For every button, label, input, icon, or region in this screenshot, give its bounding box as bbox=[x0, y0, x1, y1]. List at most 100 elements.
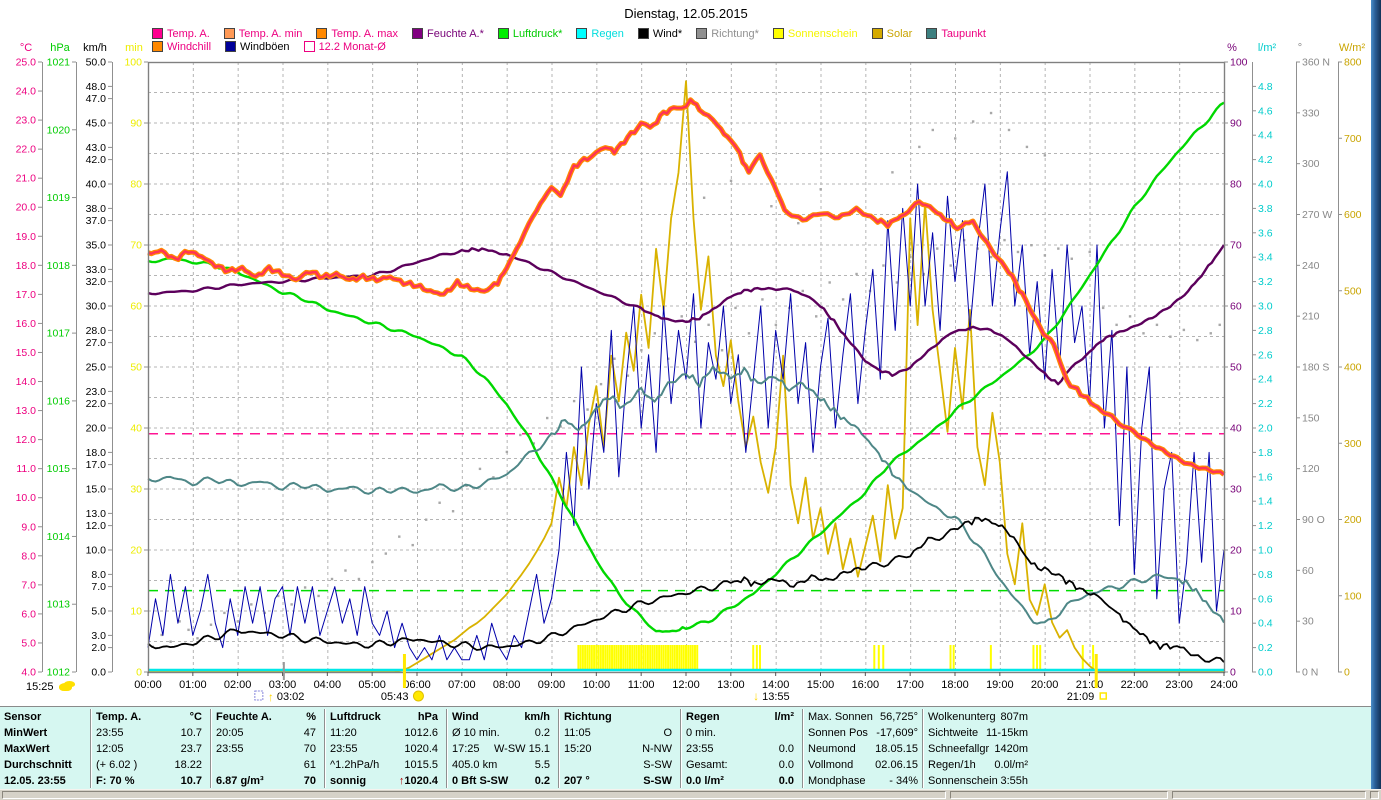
svg-text:1013: 1013 bbox=[47, 599, 71, 611]
cell-left: 0.0 l/m² bbox=[686, 775, 724, 787]
row-label: Durchschnitt bbox=[4, 759, 72, 771]
table-column-6: Regen l/m² 0 min. 23:55 0.0 Gesamt: 0.0 0.0 l/m… bbox=[686, 707, 794, 792]
time-label: 08:00 bbox=[493, 679, 521, 691]
svg-text:4.8: 4.8 bbox=[1258, 81, 1273, 93]
sensor-row: (+ 6.02 ) 18.22 bbox=[96, 757, 202, 773]
cell-left: 23:55 bbox=[216, 743, 244, 755]
svg-text:0.8: 0.8 bbox=[1258, 569, 1273, 581]
table-divider bbox=[446, 709, 448, 788]
time-label: 20:00 bbox=[1031, 679, 1059, 691]
time-label: 22:00 bbox=[1121, 679, 1149, 691]
sensor-header: Feuchte A.% bbox=[216, 711, 316, 723]
svg-text:1.2: 1.2 bbox=[1258, 520, 1273, 532]
cell-value: W-SW 15.1 bbox=[493, 743, 550, 755]
svg-text:1016: 1016 bbox=[47, 395, 71, 407]
time-label: 18:00 bbox=[941, 679, 969, 691]
status-pane-0 bbox=[2, 791, 946, 799]
info-row: Regen/1h 0.0l/m² bbox=[928, 757, 1028, 773]
axis-header-minutes: min bbox=[125, 42, 143, 54]
svg-text:21.0: 21.0 bbox=[16, 173, 37, 185]
time-label: 09:00 bbox=[538, 679, 566, 691]
table-divider bbox=[558, 709, 560, 788]
time-label: 01:00 bbox=[179, 679, 207, 691]
time-label: 21:00 bbox=[1076, 679, 1104, 691]
svg-text:14.0: 14.0 bbox=[16, 376, 37, 388]
svg-text:30: 30 bbox=[1302, 616, 1314, 628]
cell-left: sonnig bbox=[330, 775, 367, 787]
table-divider bbox=[90, 709, 92, 788]
cloud-icon bbox=[58, 683, 72, 691]
table-column-5: Richtung 11:05 O 15:20 N-NW S-SW 207 ° S-SW bbox=[564, 707, 672, 792]
svg-text:90: 90 bbox=[1230, 118, 1242, 130]
cell-value: 1015.5 bbox=[404, 759, 438, 771]
sun-icon bbox=[412, 690, 424, 702]
cell-value: 0.0 bbox=[778, 775, 794, 787]
statistics-table: Sensor MinWert MaxWert Durchschnitt 12.05. 2… bbox=[0, 706, 1373, 789]
cell-value: 0.2 bbox=[534, 727, 550, 739]
cell-left: 0 min. bbox=[686, 727, 716, 739]
svg-text:1.6: 1.6 bbox=[1258, 471, 1273, 483]
sunset-square-icon bbox=[1099, 692, 1107, 700]
axis-header-pressure: hPa bbox=[50, 42, 70, 54]
info-value: 0.0l/m² bbox=[994, 759, 1028, 771]
svg-text:40: 40 bbox=[130, 423, 142, 435]
svg-text:210: 210 bbox=[1302, 311, 1320, 323]
svg-text:30: 30 bbox=[130, 484, 142, 496]
axis-header-solar: W/m² bbox=[1339, 42, 1366, 54]
svg-text:4.4: 4.4 bbox=[1258, 130, 1273, 142]
table-divider bbox=[210, 709, 212, 788]
svg-text:27.0: 27.0 bbox=[86, 337, 107, 349]
axis-header-direction: ° bbox=[1298, 42, 1302, 54]
time-label: 16:00 bbox=[852, 679, 880, 691]
sensor-row: 23:55 1020.4 bbox=[330, 741, 438, 757]
time-label: 23:00 bbox=[1165, 679, 1193, 691]
cell-value: S-SW bbox=[643, 775, 672, 787]
sensor-row: 12:05 23.7 bbox=[96, 741, 202, 757]
svg-text:19.0: 19.0 bbox=[16, 231, 37, 243]
svg-text:10.0: 10.0 bbox=[16, 492, 37, 504]
sensor-row: 11:20 1012.6 bbox=[330, 725, 438, 741]
sensor-header: Luftdruck hPa bbox=[330, 711, 438, 723]
row-label: 12.05. 23:55 bbox=[4, 775, 66, 787]
time-label: 14:00 bbox=[762, 679, 790, 691]
svg-text:1014: 1014 bbox=[47, 531, 71, 543]
svg-text:10.0: 10.0 bbox=[86, 545, 107, 557]
svg-text:3.0: 3.0 bbox=[91, 630, 106, 642]
svg-text:15.0: 15.0 bbox=[86, 484, 107, 496]
svg-text:25.0: 25.0 bbox=[16, 57, 37, 69]
cell-value: 1020.4 bbox=[404, 743, 438, 755]
table-column-7: Max. Sonnen 56,725° Sonnen Pos -17,609° Neum… bbox=[808, 707, 918, 792]
svg-text:30: 30 bbox=[1230, 484, 1242, 496]
weather-chart-svg: °C25.024.023.022.021.020.019.018.017.016… bbox=[16, 42, 1366, 704]
svg-text:0: 0 bbox=[1230, 667, 1236, 679]
svg-text:1.4: 1.4 bbox=[1258, 496, 1273, 508]
svg-text:500: 500 bbox=[1344, 285, 1362, 297]
status-pane-2 bbox=[1172, 791, 1366, 799]
cell-value: 0.0 bbox=[778, 743, 794, 755]
svg-text:600: 600 bbox=[1344, 209, 1362, 221]
time-label: 00:00 bbox=[134, 679, 162, 691]
svg-text:7.0: 7.0 bbox=[21, 579, 36, 591]
svg-text:100: 100 bbox=[124, 57, 142, 69]
sensor-row: F: 70 % 10.7 bbox=[96, 773, 202, 789]
time-label: 11:00 bbox=[628, 679, 655, 691]
svg-text:200: 200 bbox=[1344, 514, 1362, 526]
table-column-0: Sensor MinWert MaxWert Durchschnitt 12.05. 2… bbox=[4, 707, 88, 792]
svg-text:33.0: 33.0 bbox=[86, 264, 107, 276]
svg-text:50: 50 bbox=[130, 362, 142, 374]
svg-text:1.8: 1.8 bbox=[1258, 447, 1273, 459]
svg-text:2.4: 2.4 bbox=[1258, 374, 1273, 386]
cell-value: 1012.6 bbox=[404, 727, 438, 739]
svg-text:4.6: 4.6 bbox=[1258, 105, 1273, 117]
time-label: 02:00 bbox=[224, 679, 252, 691]
table-divider bbox=[324, 709, 326, 788]
info-value: 18.05.15 bbox=[875, 743, 918, 755]
cell-left: 405.0 km bbox=[452, 759, 498, 771]
axis-header-rain: l/m² bbox=[1258, 42, 1277, 54]
sensor-row: 17:25 W-SW 15.1 bbox=[452, 741, 550, 757]
info-label: Mondphase bbox=[808, 775, 866, 787]
sensor-row: 61 bbox=[216, 757, 316, 773]
info-label: Sonnen Pos bbox=[808, 727, 868, 739]
time-label: 07:00 bbox=[448, 679, 476, 691]
axis-header-wind: km/h bbox=[83, 42, 107, 54]
